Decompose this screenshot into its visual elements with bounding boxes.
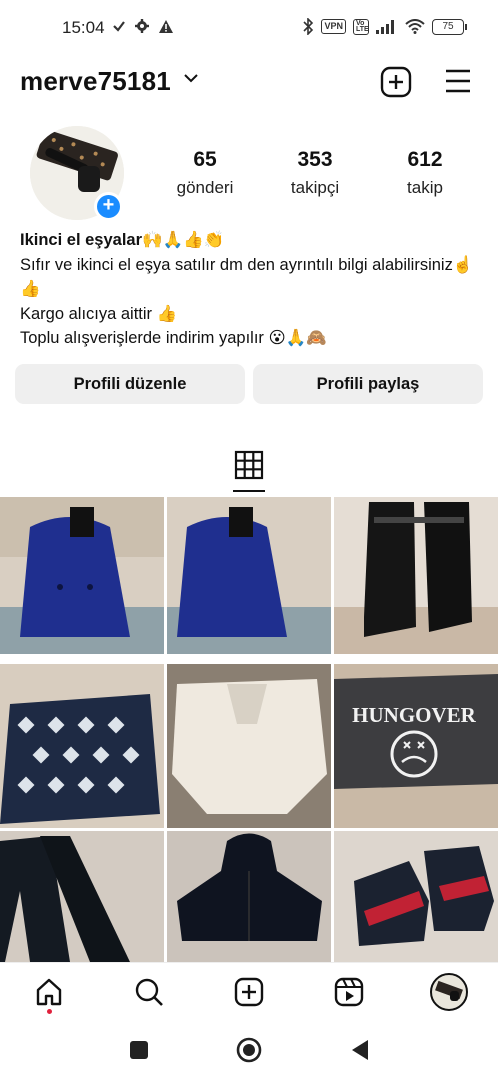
status-left-icons bbox=[112, 18, 174, 34]
grid-tab-icon[interactable] bbox=[234, 450, 264, 480]
following-count: 612 bbox=[407, 148, 443, 171]
status-right-icons: VPN Vo LTE 75 bbox=[302, 18, 467, 35]
bio-line-1: Sıfır ve ikinci el eşya satılır dm den a… bbox=[20, 255, 474, 299]
post-thumbnail-8[interactable] bbox=[167, 831, 331, 962]
profile-avatar-icon[interactable] bbox=[430, 973, 468, 1011]
post-thumbnail-6[interactable]: HUNGOVER bbox=[334, 664, 498, 828]
stat-following[interactable]: 612 takip bbox=[380, 148, 470, 198]
warning-icon bbox=[159, 19, 173, 33]
bluetooth-icon bbox=[303, 18, 314, 35]
bio-name: Ikinci el eşyalar🙌🙏👍👏 bbox=[20, 231, 225, 249]
battery-indicator: 75 bbox=[432, 18, 467, 35]
post-thumbnail-2[interactable] bbox=[167, 497, 331, 654]
system-navigation-bar bbox=[0, 1020, 498, 1080]
reels-icon[interactable] bbox=[334, 977, 364, 1007]
signal-icon bbox=[376, 19, 394, 34]
followers-label: takipçi bbox=[290, 178, 340, 197]
search-icon[interactable] bbox=[134, 977, 164, 1007]
back-icon[interactable] bbox=[350, 1039, 370, 1061]
post-thumbnail-1[interactable] bbox=[0, 497, 164, 654]
stat-followers[interactable]: 353 takipçi bbox=[270, 148, 360, 198]
settings-gear-icon bbox=[135, 19, 149, 33]
bio-line-2: Kargo alıcıya aittir 👍 bbox=[20, 304, 178, 323]
followers-count: 353 bbox=[297, 148, 333, 171]
status-time: 15:04 bbox=[62, 18, 105, 37]
check-icon bbox=[113, 21, 125, 32]
grid-tab-indicator bbox=[233, 490, 265, 492]
vpn-badge: VPN bbox=[321, 19, 346, 34]
bio-line-3: Toplu alışverişlerde indirim yapılır 😮🙏🙈 bbox=[20, 329, 327, 347]
home-button-icon[interactable] bbox=[236, 1037, 262, 1063]
profile-bio: Ikinci el eşyalar🙌🙏👍👏 Sıfır ve ikinci el… bbox=[20, 228, 480, 351]
post-thumbnail-4[interactable] bbox=[0, 664, 164, 828]
profile-header: merve75181 bbox=[0, 62, 498, 102]
hungover-shirt-text: HUNGOVER bbox=[352, 703, 477, 727]
notification-dot bbox=[47, 1009, 52, 1014]
post-thumbnail-5[interactable] bbox=[167, 664, 331, 828]
stat-posts[interactable]: 65 gönderi bbox=[160, 148, 250, 198]
share-profile-button[interactable]: Profili paylaş bbox=[253, 364, 483, 404]
username-switcher[interactable]: merve75181 bbox=[20, 66, 171, 97]
recents-icon[interactable] bbox=[129, 1040, 149, 1060]
edit-profile-button[interactable]: Profili düzenle bbox=[15, 364, 245, 404]
post-thumbnail-7[interactable] bbox=[0, 831, 164, 962]
status-bar: 15:04 VPN Vo LTE 75 bbox=[0, 0, 498, 56]
post-thumbnail-3[interactable] bbox=[334, 497, 498, 654]
menu-icon[interactable] bbox=[444, 68, 472, 94]
add-story-button[interactable]: + bbox=[94, 192, 123, 221]
bottom-navigation bbox=[0, 962, 498, 1020]
wifi-icon bbox=[405, 19, 425, 34]
create-icon[interactable] bbox=[234, 977, 264, 1007]
post-thumbnail-9[interactable] bbox=[334, 831, 498, 962]
following-label: takip bbox=[407, 178, 443, 197]
volte-badge: Vo LTE bbox=[353, 18, 369, 35]
create-post-icon[interactable] bbox=[380, 66, 412, 98]
chevron-down-icon[interactable] bbox=[183, 72, 199, 84]
posts-count: 65 bbox=[193, 148, 217, 171]
home-icon[interactable] bbox=[34, 977, 64, 1007]
posts-label: gönderi bbox=[176, 178, 234, 197]
